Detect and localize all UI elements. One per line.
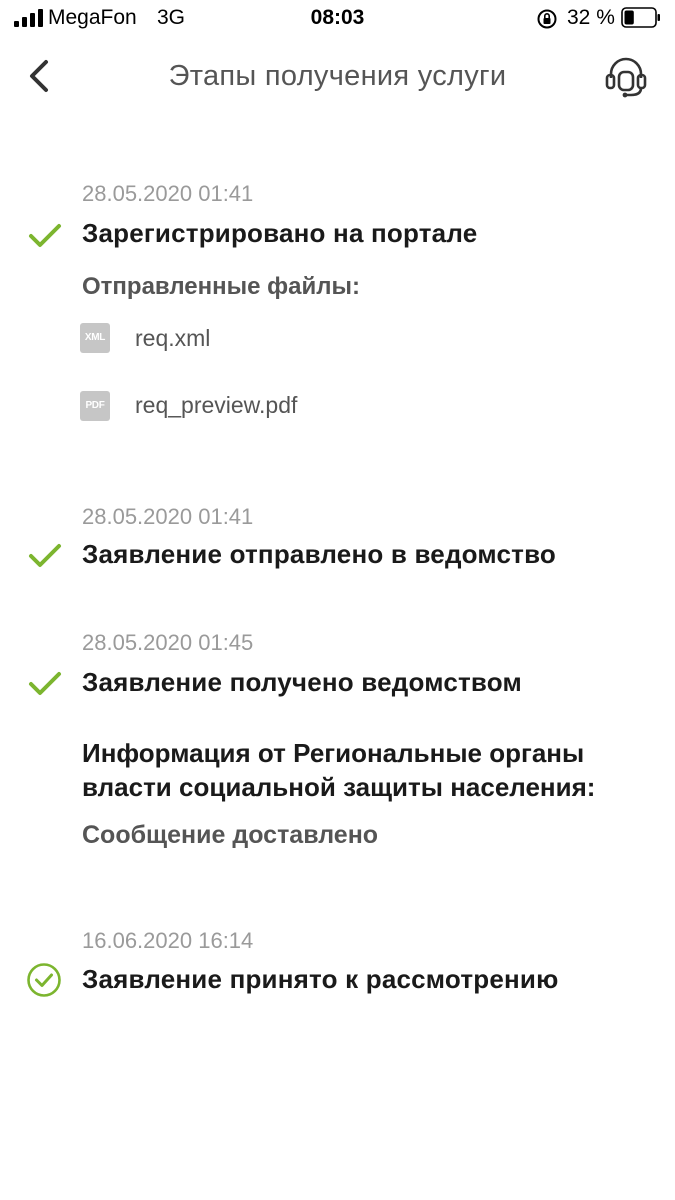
stage-title: Заявление принято к рассмотрению <box>82 964 559 994</box>
orientation-lock-icon <box>537 9 557 29</box>
stage-title: Заявление получено ведомством <box>82 667 522 697</box>
agency-info-title: Информация от Региональные органы власти… <box>82 738 596 802</box>
sent-files-label: Отправленные файлы: <box>82 273 360 300</box>
agency-message: Сообщение доставлено <box>82 821 379 849</box>
stage-date: 28.05.2020 01:41 <box>82 504 254 529</box>
battery-icon <box>621 7 660 28</box>
check-icon <box>29 544 61 567</box>
stage-date: 16.06.2020 16:14 <box>82 928 254 953</box>
page-title: Этапы получения услуги <box>168 60 507 92</box>
xml-file-icon: XML <box>80 323 110 353</box>
stage-date: 28.05.2020 01:45 <box>82 630 254 655</box>
battery-percentage: 32 % <box>567 6 615 29</box>
stage-date: 28.05.2020 01:41 <box>82 181 254 206</box>
stage-title: Заявление отправлено в ведомство <box>82 539 557 569</box>
check-circle-icon <box>27 963 61 997</box>
pdf-file-icon: PDF <box>80 391 110 421</box>
check-icon <box>29 224 61 247</box>
file-link-req-preview-pdf[interactable]: req_preview.pdf <box>135 392 297 419</box>
headset-icon[interactable] <box>603 54 649 100</box>
check-icon <box>29 672 61 695</box>
file-link-req-xml[interactable]: req.xml <box>135 325 210 352</box>
stage-title: Зарегистрировано на портале <box>82 218 478 248</box>
